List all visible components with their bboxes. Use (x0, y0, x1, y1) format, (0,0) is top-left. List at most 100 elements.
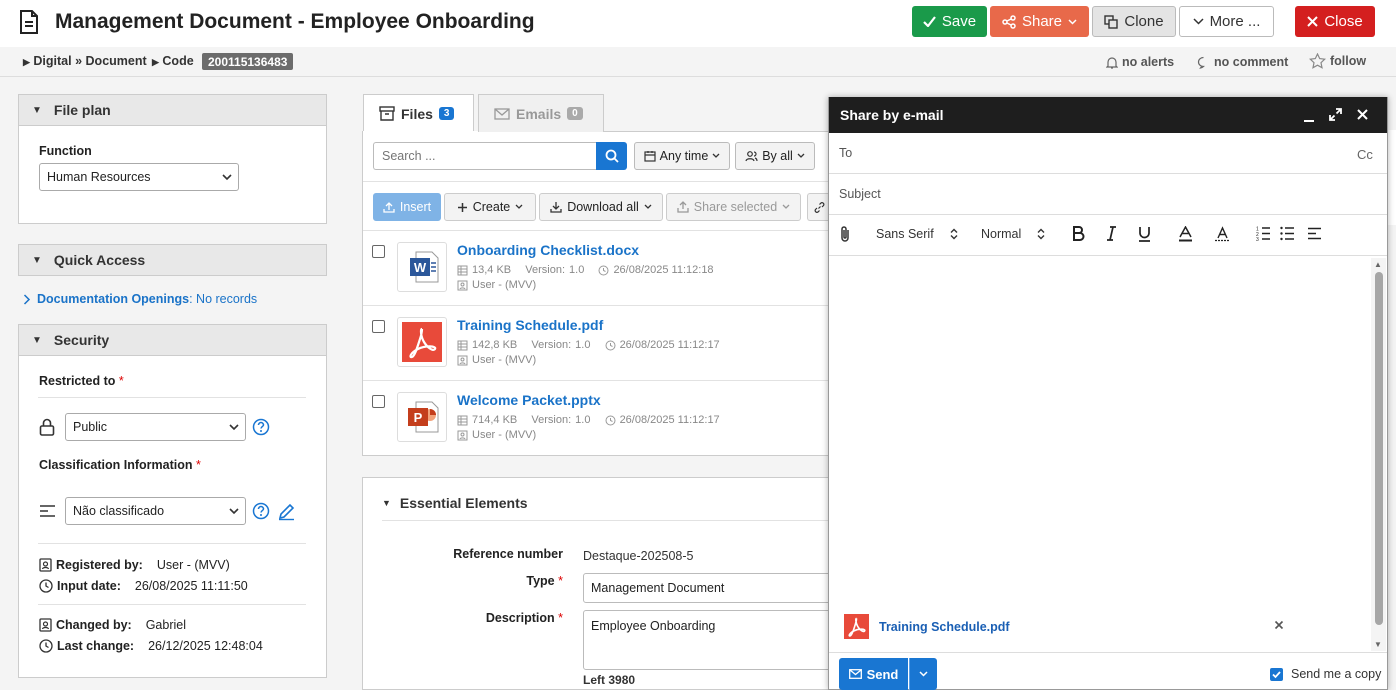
file-name[interactable]: Training Schedule.pdf (457, 317, 603, 333)
essential-elements-header[interactable]: ▼ Essential Elements (382, 495, 528, 511)
share-selected-button[interactable]: Share selected (666, 193, 801, 221)
font-size-select[interactable]: Normal (981, 227, 1045, 241)
download-all-button[interactable]: Download all (539, 193, 663, 221)
chevron-right-icon (23, 293, 31, 305)
file-row[interactable]: P Welcome Packet.pptx 714,4 KB Version: … (363, 380, 831, 455)
more-button[interactable]: More ... (1179, 6, 1274, 37)
minimize-icon[interactable] (1303, 114, 1315, 122)
attachment-name[interactable]: Training Schedule.pdf (879, 620, 1010, 634)
file-user: User - (MVV) (457, 279, 536, 291)
search-button[interactable] (596, 142, 627, 170)
breadcrumb-document[interactable]: Document (86, 54, 147, 68)
chevron-down-icon (644, 204, 652, 209)
follow-link[interactable]: follow (1309, 53, 1366, 69)
emails-count-badge: 0 (567, 107, 583, 120)
file-checkbox[interactable] (372, 395, 385, 408)
subject-label: Subject (839, 187, 881, 201)
classification-select[interactable]: Não classificado (65, 497, 246, 525)
divider (382, 520, 832, 521)
updown-icon (950, 228, 958, 240)
share-icon (1002, 14, 1016, 29)
file-row[interactable]: Training Schedule.pdf 142,8 KB Version: … (363, 305, 831, 380)
divider (829, 173, 1387, 174)
underline-icon[interactable] (1138, 226, 1151, 242)
edit-pencil-icon[interactable] (277, 502, 296, 521)
star-icon (1309, 53, 1326, 69)
close-icon (1307, 16, 1319, 27)
share-button[interactable]: Share (990, 6, 1089, 37)
comment-icon (1197, 56, 1205, 69)
description-textarea[interactable]: Employee Onboarding (583, 610, 843, 670)
font-family-select[interactable]: Sans Serif (876, 227, 958, 241)
security-title: Security (53, 332, 110, 348)
create-button[interactable]: Create (444, 193, 536, 221)
help-icon[interactable] (252, 502, 270, 520)
help-icon[interactable] (252, 418, 270, 436)
file-plan-header[interactable]: ▼ File plan (19, 95, 326, 126)
bold-icon[interactable] (1072, 226, 1085, 241)
comments-link[interactable]: no comment (1197, 55, 1288, 69)
lock-icon (39, 418, 55, 436)
tab-emails[interactable]: Emails 0 (478, 94, 604, 132)
user-filter-label: By all (762, 149, 793, 163)
scroll-up-arrow[interactable]: ▲ (1374, 260, 1382, 269)
function-value: Human Resources (47, 170, 151, 184)
user-badge-icon (39, 558, 52, 572)
security-header[interactable]: ▼ Security (19, 325, 326, 356)
remove-attachment-icon[interactable] (1274, 620, 1284, 630)
reference-label: Reference number (453, 547, 563, 561)
attach-icon[interactable] (838, 225, 852, 243)
quick-access-panel: ▼ Quick Access (18, 244, 327, 276)
send-options-button[interactable] (909, 658, 937, 690)
bullet-list-icon[interactable] (1280, 226, 1295, 241)
file-checkbox[interactable] (372, 245, 385, 258)
function-label: Function (39, 144, 92, 158)
file-name[interactable]: Welcome Packet.pptx (457, 392, 601, 408)
documentation-openings-link[interactable]: Documentation Openings: No records (23, 292, 257, 306)
function-select[interactable]: Human Resources (39, 163, 239, 191)
users-icon (745, 151, 758, 162)
insert-label: Insert (399, 200, 432, 214)
send-label: Send (866, 666, 899, 682)
code-label: Code (162, 54, 194, 68)
insert-button[interactable]: Insert (373, 193, 441, 221)
italic-icon[interactable] (1106, 226, 1117, 241)
close-icon[interactable] (1357, 109, 1368, 120)
scrollbar-thumb[interactable] (1375, 272, 1383, 625)
chevron-down-icon (1193, 18, 1204, 25)
time-filter-button[interactable]: Any time (634, 142, 730, 170)
scroll-down-arrow[interactable]: ▼ (1374, 640, 1382, 649)
subject-input[interactable] (900, 181, 1370, 207)
send-copy-checkbox[interactable] (1270, 668, 1283, 681)
message-editor[interactable] (830, 258, 1370, 598)
save-button[interactable]: Save (912, 6, 987, 37)
file-meta: 714,4 KB Version: 1.0 26/08/2025 11:12:1… (457, 414, 720, 426)
file-name[interactable]: Onboarding Checklist.docx (457, 242, 639, 258)
close-button[interactable]: Close (1295, 6, 1375, 37)
search-input[interactable] (373, 142, 597, 170)
powerpoint-file-icon: P (397, 392, 447, 442)
file-checkbox[interactable] (372, 320, 385, 333)
quick-access-header[interactable]: ▼ Quick Access (19, 245, 326, 276)
alerts-link[interactable]: no alerts (1106, 55, 1174, 69)
file-row[interactable]: W Onboarding Checklist.docx 13,4 KB Vers… (363, 230, 831, 305)
restricted-select[interactable]: Public (65, 413, 246, 441)
clone-button[interactable]: Clone (1092, 6, 1176, 37)
user-filter-button[interactable]: By all (735, 142, 815, 170)
expand-icon[interactable] (1329, 108, 1342, 121)
text-color-icon[interactable] (1178, 226, 1193, 242)
clock-icon (605, 340, 616, 350)
align-left-icon[interactable] (1307, 227, 1322, 240)
highlight-icon[interactable] (1214, 226, 1231, 242)
archive-icon (379, 106, 395, 121)
breadcrumb-digital[interactable]: Digital (33, 54, 71, 68)
tab-files[interactable]: Files 3 (363, 94, 474, 132)
to-input[interactable] (860, 140, 1340, 166)
file-plan-panel: ▼ File plan (18, 94, 327, 224)
ordered-list-icon[interactable]: 123 (1256, 226, 1271, 241)
calendar-icon (644, 151, 656, 162)
cc-toggle[interactable]: Cc (1357, 147, 1373, 162)
chevron-down-icon (782, 204, 790, 209)
send-button[interactable]: Send (839, 658, 908, 690)
type-field[interactable]: Management Document (583, 573, 843, 603)
